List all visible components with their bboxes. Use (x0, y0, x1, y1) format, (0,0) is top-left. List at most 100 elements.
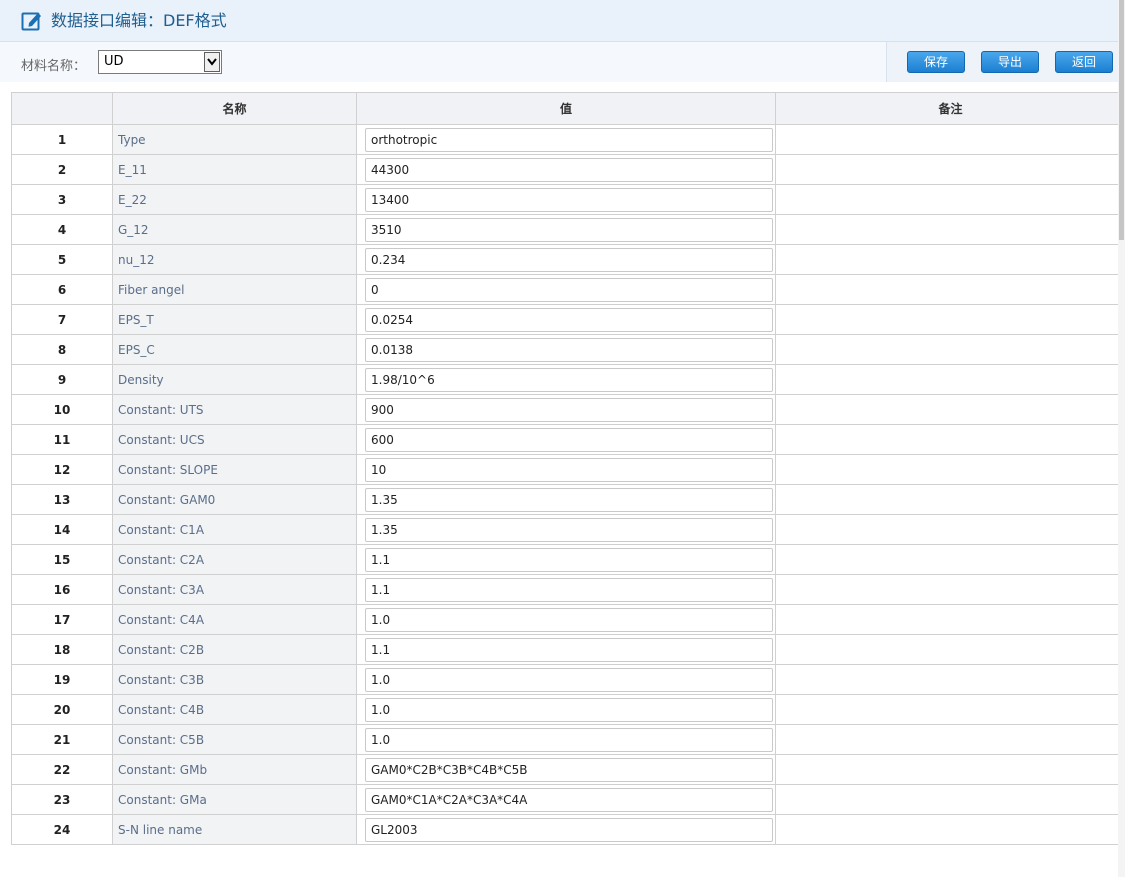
parameter-note[interactable] (775, 124, 1125, 155)
parameter-value-cell (356, 634, 776, 665)
parameter-value-cell (356, 724, 776, 755)
material-select[interactable]: UD (98, 50, 222, 74)
parameter-name: Constant: GMb (112, 754, 357, 785)
back-button[interactable]: 返回 (1055, 51, 1113, 73)
parameter-value-input[interactable] (365, 517, 773, 542)
row-index: 17 (11, 604, 113, 635)
parameter-value-cell (356, 214, 776, 245)
parameter-value-input[interactable] (365, 487, 773, 512)
parameter-note[interactable] (775, 364, 1125, 395)
parameter-note[interactable] (775, 304, 1125, 335)
table-row: 11 Constant: UCS (11, 424, 1125, 455)
parameter-note[interactable] (775, 334, 1125, 365)
table-row: 7 EPS_T (11, 304, 1125, 335)
parameter-value-input[interactable] (365, 787, 773, 812)
parameter-name: Constant: C3B (112, 664, 357, 695)
parameter-name: Density (112, 364, 357, 395)
parameter-note[interactable] (775, 454, 1125, 485)
parameter-value-input[interactable] (365, 427, 773, 452)
row-index: 10 (11, 394, 113, 425)
row-index: 15 (11, 544, 113, 575)
parameter-value-input[interactable] (365, 277, 773, 302)
parameter-value-cell (356, 124, 776, 155)
chevron-down-icon[interactable] (204, 52, 220, 72)
parameter-value-input[interactable] (365, 607, 773, 632)
parameter-value-input[interactable] (365, 247, 773, 272)
parameter-value-cell (356, 784, 776, 815)
parameter-value-cell (356, 274, 776, 305)
parameter-name: Constant: C2B (112, 634, 357, 665)
row-index: 11 (11, 424, 113, 455)
parameter-note[interactable] (775, 214, 1125, 245)
parameter-note[interactable] (775, 574, 1125, 605)
parameter-value-input[interactable] (365, 217, 773, 242)
table-row: 13 Constant: GAM0 (11, 484, 1125, 515)
export-button[interactable]: 导出 (981, 51, 1039, 73)
parameter-name: S-N line name (112, 814, 357, 845)
scrollbar-thumb[interactable] (1119, 0, 1124, 240)
parameter-value-input[interactable] (365, 307, 773, 332)
parameter-value-input[interactable] (365, 337, 773, 362)
parameter-note[interactable] (775, 634, 1125, 665)
parameter-name: EPS_T (112, 304, 357, 335)
parameter-note[interactable] (775, 724, 1125, 755)
parameter-value-input[interactable] (365, 637, 773, 662)
parameter-value-input[interactable] (365, 127, 773, 152)
parameter-note[interactable] (775, 394, 1125, 425)
table-row: 23 Constant: GMa (11, 784, 1125, 815)
parameter-value-input[interactable] (365, 457, 773, 482)
row-index: 22 (11, 754, 113, 785)
parameter-note[interactable] (775, 694, 1125, 725)
vertical-scrollbar[interactable] (1118, 0, 1125, 877)
parameter-note[interactable] (775, 664, 1125, 695)
parameter-value-input[interactable] (365, 547, 773, 572)
parameter-note[interactable] (775, 484, 1125, 515)
table-row: 14 Constant: C1A (11, 514, 1125, 545)
parameter-value-input[interactable] (365, 577, 773, 602)
parameter-name: Constant: GMa (112, 784, 357, 815)
parameter-note[interactable] (775, 604, 1125, 635)
parameter-value-input[interactable] (365, 397, 773, 422)
page-title: 数据接口编辑：DEF格式 (51, 11, 227, 30)
parameter-value-input[interactable] (365, 757, 773, 782)
row-index: 3 (11, 184, 113, 215)
row-index: 20 (11, 694, 113, 725)
parameter-note[interactable] (775, 544, 1125, 575)
parameter-note[interactable] (775, 184, 1125, 215)
parameter-note[interactable] (775, 754, 1125, 785)
parameter-value-input[interactable] (365, 667, 773, 692)
parameter-value-input[interactable] (365, 817, 773, 842)
parameter-note[interactable] (775, 154, 1125, 185)
parameter-value-input[interactable] (365, 367, 773, 392)
table-row: 16 Constant: C3A (11, 574, 1125, 605)
table-row: 6 Fiber angel (11, 274, 1125, 305)
save-button[interactable]: 保存 (907, 51, 965, 73)
table-row: 1 Type (11, 124, 1125, 155)
row-index: 9 (11, 364, 113, 395)
row-index: 12 (11, 454, 113, 485)
parameter-note[interactable] (775, 274, 1125, 305)
row-index: 8 (11, 334, 113, 365)
row-index: 24 (11, 814, 113, 845)
parameter-note[interactable] (775, 514, 1125, 545)
table-row: 20 Constant: C4B (11, 694, 1125, 725)
parameter-value-cell (356, 574, 776, 605)
parameter-value-cell (356, 544, 776, 575)
parameter-name: Constant: UCS (112, 424, 357, 455)
parameter-note[interactable] (775, 424, 1125, 455)
parameter-value-cell (356, 364, 776, 395)
parameter-value-input[interactable] (365, 157, 773, 182)
parameter-note[interactable] (775, 784, 1125, 815)
parameter-value-cell (356, 754, 776, 785)
row-index: 14 (11, 514, 113, 545)
parameter-note[interactable] (775, 244, 1125, 275)
parameter-value-input[interactable] (365, 697, 773, 722)
parameter-name: Constant: C4B (112, 694, 357, 725)
parameter-value-input[interactable] (365, 727, 773, 752)
parameter-value-input[interactable] (365, 187, 773, 212)
column-header-value: 值 (356, 92, 776, 125)
parameter-name: E_22 (112, 184, 357, 215)
parameter-note[interactable] (775, 814, 1125, 845)
table-row: 5 nu_12 (11, 244, 1125, 275)
edit-icon (21, 12, 41, 31)
